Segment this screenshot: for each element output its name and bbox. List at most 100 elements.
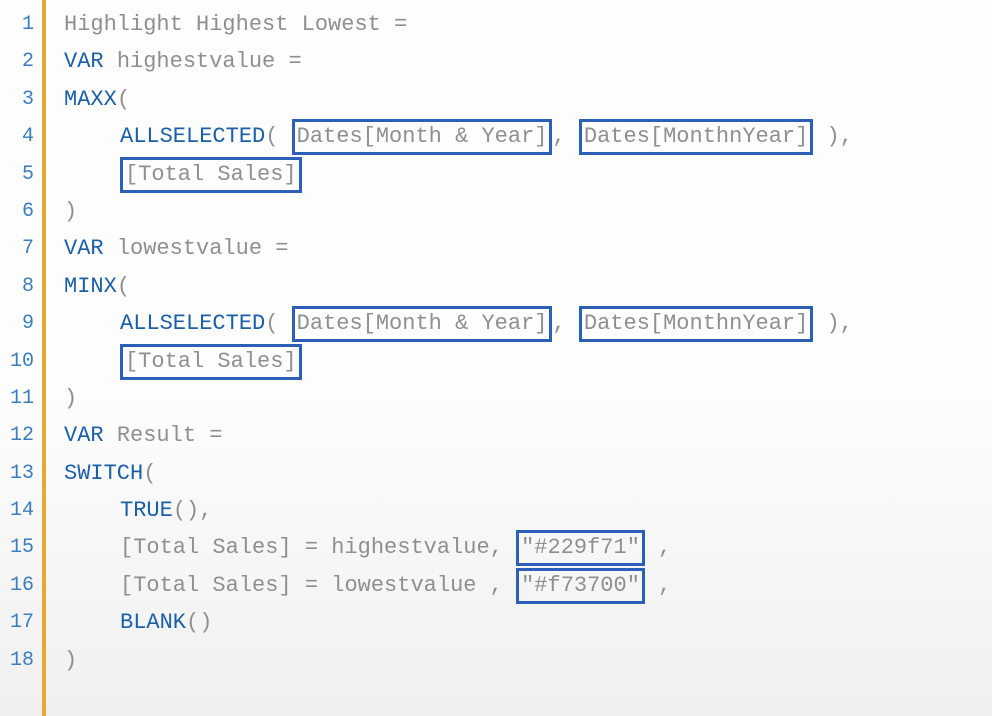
dax-editor: 123456789101112131415161718 Highlight Hi… (0, 0, 992, 716)
line-number: 3 (0, 81, 42, 118)
paren-open: ( (117, 274, 130, 299)
code-line[interactable]: [Total Sales] (64, 343, 992, 380)
code-line[interactable]: [Total Sales] (64, 156, 992, 193)
line-number: 2 (0, 43, 42, 80)
space (104, 49, 117, 74)
code-line[interactable]: ALLSELECTED( Dates[Month & Year], Dates[… (64, 118, 992, 155)
gutter-divider (42, 0, 46, 716)
line-number: 5 (0, 156, 42, 193)
code-line[interactable]: TRUE(), (64, 492, 992, 529)
parens: () (173, 498, 199, 523)
code-area[interactable]: Highlight Highest Lowest = VAR highestva… (64, 0, 992, 716)
comma: , (552, 124, 578, 149)
comma: , (645, 535, 685, 560)
code-line[interactable]: BLANK() (64, 604, 992, 641)
paren-close: ) (827, 124, 840, 149)
var-lowest: lowestvalue (117, 236, 262, 261)
comma: , (490, 535, 516, 560)
line-number: 18 (0, 642, 42, 679)
code-line[interactable]: ) (64, 193, 992, 230)
equals: = (292, 535, 332, 560)
comma: , (840, 311, 853, 336)
color-low[interactable]: "#f73700" (516, 568, 645, 604)
space (813, 311, 826, 336)
highestvalue-ref: highestvalue (331, 535, 489, 560)
code-line[interactable]: SWITCH( (64, 455, 992, 492)
paren-open: ( (265, 124, 278, 149)
line-number: 13 (0, 455, 42, 492)
space (278, 311, 291, 336)
line-number: 12 (0, 417, 42, 454)
var-result: Result (117, 423, 196, 448)
total-sales-measure[interactable]: [Total Sales] (120, 344, 302, 380)
line-number: 8 (0, 268, 42, 305)
blank-fn: BLANK (120, 610, 186, 635)
code-line[interactable]: VAR lowestvalue = (64, 230, 992, 267)
code-line[interactable]: [Total Sales] = lowestvalue , "#f73700" … (64, 567, 992, 604)
line-number: 17 (0, 604, 42, 641)
paren-open: ( (117, 87, 130, 112)
comma: , (199, 498, 212, 523)
switch-fn: SWITCH (64, 461, 143, 486)
var-highest: highestvalue (117, 49, 275, 74)
column-month-year[interactable]: Dates[Month & Year] (292, 306, 553, 342)
total-sales-ref: [Total Sales] (120, 535, 292, 560)
paren-close: ) (64, 648, 77, 673)
code-line[interactable]: ALLSELECTED( Dates[Month & Year], Dates[… (64, 305, 992, 342)
paren-close: ) (827, 311, 840, 336)
line-number-gutter: 123456789101112131415161718 (0, 0, 42, 716)
line-number: 11 (0, 380, 42, 417)
column-monthnyear[interactable]: Dates[MonthnYear] (579, 306, 813, 342)
space-comma: , (476, 573, 516, 598)
line-number: 1 (0, 6, 42, 43)
paren-open: ( (143, 461, 156, 486)
total-sales-ref: [Total Sales] (120, 573, 292, 598)
line-number: 14 (0, 492, 42, 529)
var-keyword: VAR (64, 423, 104, 448)
comma: , (840, 124, 853, 149)
maxx-fn: MAXX (64, 87, 117, 112)
line-number: 7 (0, 230, 42, 267)
measure-name: Highlight Highest Lowest (64, 12, 381, 37)
code-line[interactable]: ) (64, 642, 992, 679)
var-keyword: VAR (64, 49, 104, 74)
column-month-year[interactable]: Dates[Month & Year] (292, 119, 553, 155)
color-high[interactable]: "#229f71" (516, 530, 645, 566)
equals: = (292, 573, 332, 598)
parens: () (186, 610, 212, 635)
equals: = (262, 236, 288, 261)
line-number: 16 (0, 567, 42, 604)
space (104, 423, 117, 448)
line-number: 4 (0, 118, 42, 155)
minx-fn: MINX (64, 274, 117, 299)
allselected-fn: ALLSELECTED (120, 311, 265, 336)
column-monthnyear[interactable]: Dates[MonthnYear] (579, 119, 813, 155)
space (278, 124, 291, 149)
lowestvalue-ref: lowestvalue (331, 573, 476, 598)
true-fn: TRUE (120, 498, 173, 523)
code-line[interactable]: ) (64, 380, 992, 417)
paren-open: ( (265, 311, 278, 336)
paren-close: ) (64, 386, 77, 411)
equals: = (381, 12, 407, 37)
code-line[interactable]: VAR highestvalue = (64, 43, 992, 80)
total-sales-measure[interactable]: [Total Sales] (120, 157, 302, 193)
line-number: 6 (0, 193, 42, 230)
code-line[interactable]: Highlight Highest Lowest = (64, 6, 992, 43)
space (104, 236, 117, 261)
line-number: 15 (0, 529, 42, 566)
equals: = (275, 49, 301, 74)
allselected-fn: ALLSELECTED (120, 124, 265, 149)
code-line[interactable]: MAXX( (64, 81, 992, 118)
comma: , (552, 311, 578, 336)
space (813, 124, 826, 149)
code-line[interactable]: [Total Sales] = highestvalue, "#229f71" … (64, 529, 992, 566)
code-line[interactable]: VAR Result = (64, 417, 992, 454)
line-number: 10 (0, 343, 42, 380)
comma: , (645, 573, 685, 598)
code-line[interactable]: MINX( (64, 268, 992, 305)
equals: = (196, 423, 222, 448)
var-keyword: VAR (64, 236, 104, 261)
paren-close: ) (64, 199, 77, 224)
line-number: 9 (0, 305, 42, 342)
